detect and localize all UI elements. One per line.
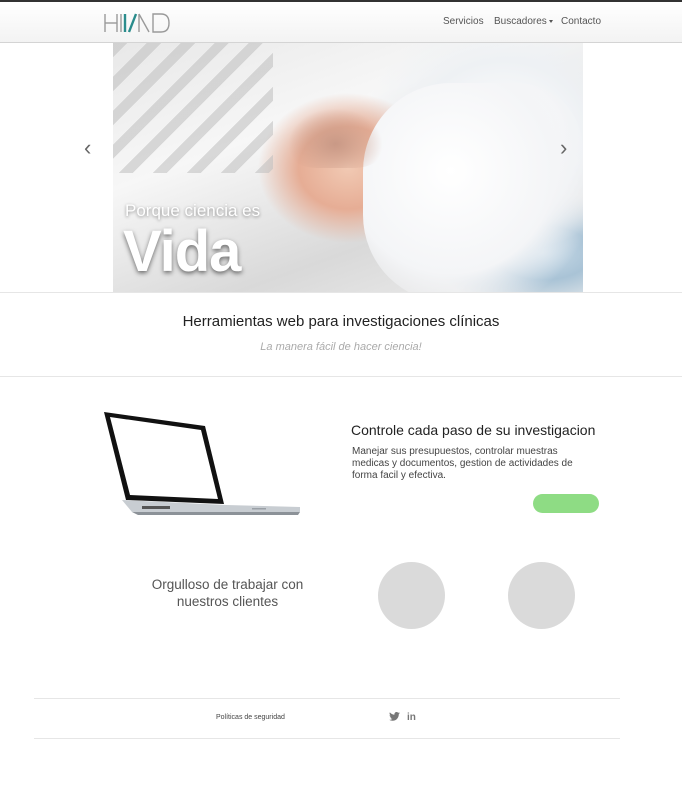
caret-down-icon [548, 19, 553, 23]
hero-stripes [113, 43, 273, 173]
navbar: Servicios Buscadores Contacto [0, 2, 682, 43]
footer-divider [34, 698, 620, 699]
hero-big-text: Vida [123, 219, 241, 284]
twitter-icon[interactable] [389, 712, 400, 721]
privacy-policy-link[interactable]: Políticas de seguridad [216, 714, 285, 721]
intro-subline: La manera fácil de hacer ciencia! [260, 341, 422, 353]
hero-carousel: ‹ Porque ciencia es Vida › [0, 43, 682, 292]
divider [0, 292, 682, 293]
feature-button[interactable] [533, 494, 599, 513]
logo[interactable] [103, 12, 173, 34]
client-logo[interactable] [508, 562, 575, 629]
nav-contacto[interactable]: Contacto [561, 16, 601, 27]
laptop-image [104, 412, 300, 515]
client-logo[interactable] [378, 562, 445, 629]
footer-divider [34, 738, 620, 739]
hero-blanket [363, 83, 583, 292]
nav-servicios[interactable]: Servicios [443, 16, 484, 27]
nav-buscadores[interactable]: Buscadores [494, 16, 553, 27]
clients-text: Orgulloso de trabajar con nuestros clien… [151, 577, 304, 609]
intro-headline: Herramientas web para investigaciones cl… [182, 313, 500, 330]
divider [0, 376, 682, 377]
feature-description: Manejar sus presupuestos, controlar mues… [352, 446, 573, 481]
hero-image: Porque ciencia es Vida [113, 43, 583, 292]
linkedin-icon[interactable]: in [407, 712, 416, 723]
carousel-next-arrow-icon[interactable]: › [560, 137, 567, 159]
nav-buscadores-label: Buscadores [494, 16, 547, 27]
hero-small-text: Porque ciencia es [125, 201, 261, 220]
carousel-prev-arrow-icon[interactable]: ‹ [84, 137, 91, 159]
hero-baby-head [288, 108, 383, 168]
feature-title: Controle cada paso de su investigacion [351, 422, 596, 438]
